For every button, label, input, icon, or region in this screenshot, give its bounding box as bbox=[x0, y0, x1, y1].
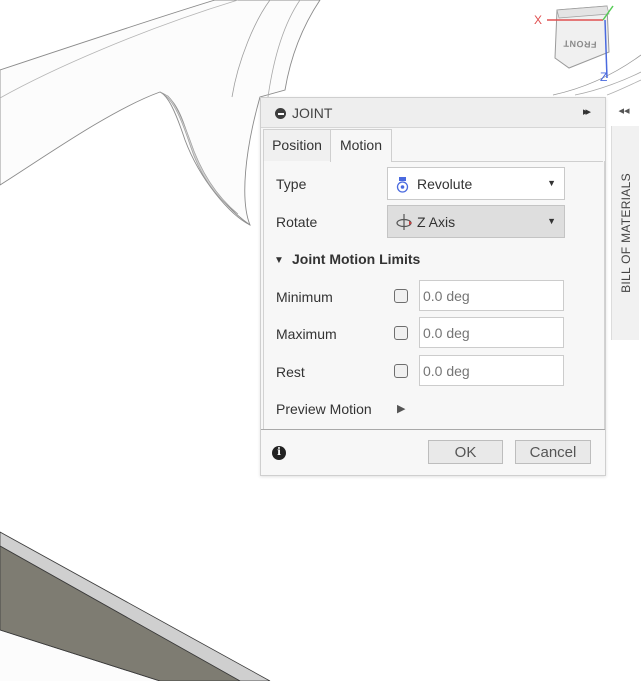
tab-motion[interactable]: Motion bbox=[330, 129, 392, 162]
ok-button[interactable]: OK bbox=[428, 440, 503, 464]
dialog-tabs: Position Motion bbox=[263, 129, 604, 162]
joint-motion-limits-heading[interactable]: Joint Motion Limits bbox=[292, 251, 420, 267]
type-label: Type bbox=[276, 176, 307, 192]
dialog-title: JOINT bbox=[292, 105, 333, 121]
type-dropdown[interactable]: Revolute ▼ bbox=[387, 167, 565, 200]
viewcube-face-front[interactable]: FRONT bbox=[563, 38, 597, 49]
rest-checkbox[interactable] bbox=[394, 364, 408, 378]
minimum-input[interactable] bbox=[419, 280, 564, 311]
cancel-button[interactable]: Cancel bbox=[515, 440, 591, 464]
maximum-label: Maximum bbox=[276, 326, 337, 342]
dialog-header[interactable]: JOINT ▸▸ bbox=[261, 98, 605, 128]
chevron-down-icon: ▼ bbox=[547, 178, 556, 188]
z-axis-icon bbox=[395, 213, 412, 231]
preview-motion-label: Preview Motion bbox=[276, 401, 372, 417]
revolute-joint-icon bbox=[395, 175, 411, 193]
footer-divider bbox=[261, 429, 605, 430]
rotate-value: Z Axis bbox=[417, 214, 456, 230]
maximum-checkbox[interactable] bbox=[394, 326, 408, 340]
minimum-label: Minimum bbox=[276, 289, 333, 305]
view-cube[interactable]: X FRONT Z bbox=[527, 0, 641, 95]
bill-of-materials-tab[interactable]: BILL OF MATERIALS bbox=[611, 126, 639, 340]
minimum-checkbox[interactable] bbox=[394, 289, 408, 303]
axis-z-label: Z bbox=[600, 70, 608, 84]
rotate-dropdown[interactable]: Z Axis ▼ bbox=[387, 205, 565, 238]
maximum-input[interactable] bbox=[419, 317, 564, 348]
rest-label: Rest bbox=[276, 364, 305, 380]
type-value: Revolute bbox=[417, 176, 473, 192]
section-collapse-icon[interactable]: ▼ bbox=[274, 255, 284, 266]
tab-position[interactable]: Position bbox=[263, 129, 331, 161]
panel-collapse-button[interactable]: ◂◂ bbox=[609, 99, 639, 123]
play-icon[interactable]: ▶ bbox=[397, 402, 405, 415]
rotate-label: Rotate bbox=[276, 214, 318, 230]
chevron-down-icon: ▼ bbox=[547, 216, 556, 226]
bom-label: BILL OF MATERIALS bbox=[618, 173, 633, 293]
joint-dialog: JOINT ▸▸ Position Motion Type Revolute ▼… bbox=[260, 97, 606, 476]
axis-x-label: X bbox=[534, 13, 543, 27]
info-icon[interactable]: i bbox=[272, 446, 286, 460]
canvas-viewport[interactable]: X FRONT Z ◂◂ BILL OF MATERIALS JOINT ▸▸ … bbox=[0, 0, 641, 681]
rest-input[interactable] bbox=[419, 355, 564, 386]
expand-dialog-icon[interactable]: ▸▸ bbox=[583, 105, 591, 118]
minimize-icon[interactable] bbox=[275, 108, 286, 119]
